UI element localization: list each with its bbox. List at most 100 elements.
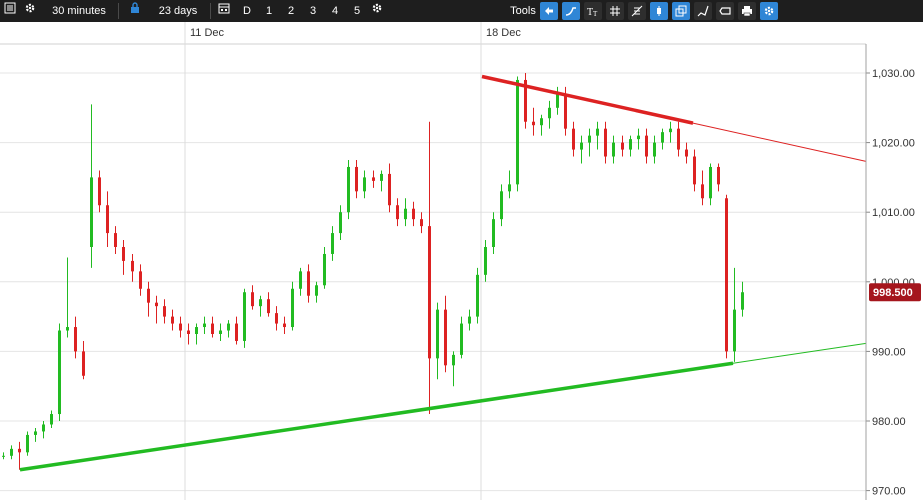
candle-body <box>114 233 117 247</box>
candle <box>90 104 93 268</box>
candle-body <box>307 271 310 296</box>
candle-body <box>621 142 624 150</box>
candle-body <box>685 149 688 157</box>
candle <box>428 121 431 415</box>
candle <box>685 142 688 164</box>
candle <box>283 316 286 334</box>
candle <box>645 128 648 164</box>
candle <box>363 170 366 199</box>
candle-body <box>82 351 85 376</box>
candle-body <box>219 330 222 334</box>
candle-body <box>612 142 615 157</box>
candle <box>315 281 318 303</box>
candle <box>484 240 487 282</box>
candle-body <box>516 79 519 185</box>
candle <box>396 198 399 227</box>
period-button-d[interactable]: D <box>240 0 254 22</box>
candle-body <box>460 323 463 355</box>
period-button-5[interactable]: 5 <box>350 0 364 22</box>
y-tick-label: 1,010.00 <box>872 207 915 219</box>
candle <box>179 316 182 338</box>
candle-body <box>564 93 567 129</box>
candle <box>347 160 350 220</box>
resistance-trendline <box>481 74 694 125</box>
candle <box>693 149 696 192</box>
candle <box>291 281 294 331</box>
candle-body <box>26 434 29 453</box>
range-selector[interactable]: 23 days <box>150 0 206 22</box>
candle-body <box>179 323 182 331</box>
candle-body <box>637 135 640 140</box>
candle <box>10 445 13 460</box>
candle-body <box>492 219 495 247</box>
period-button-2[interactable]: 2 <box>284 0 298 22</box>
calendar-icon[interactable] <box>216 0 232 22</box>
fib-tool-icon[interactable] <box>628 2 646 20</box>
curve-icon[interactable] <box>562 2 580 20</box>
candle <box>323 247 326 289</box>
candle <box>452 351 455 387</box>
candle <box>42 421 45 439</box>
candle <box>653 135 656 164</box>
candle-body <box>323 253 326 286</box>
candle-body <box>596 128 599 136</box>
print-icon[interactable] <box>738 2 756 20</box>
candle <box>661 128 664 150</box>
last-price-label: 998.500 <box>873 287 913 299</box>
candle <box>34 427 37 442</box>
candle <box>508 170 511 199</box>
period-button-4[interactable]: 4 <box>328 0 342 22</box>
divider <box>118 3 119 19</box>
candle-body <box>693 156 696 185</box>
candle-body <box>604 128 607 157</box>
candle <box>163 299 166 324</box>
candle <box>82 340 85 380</box>
eraser-icon[interactable] <box>716 2 734 20</box>
candle-body <box>428 226 431 359</box>
candle-body <box>347 166 350 213</box>
brush-icon[interactable] <box>694 2 712 20</box>
candle <box>26 431 29 456</box>
period-button-3[interactable]: 3 <box>306 0 320 22</box>
candle-body <box>436 309 439 359</box>
chart-grid <box>0 22 866 500</box>
interval-selector[interactable]: 30 minutes <box>48 0 110 22</box>
gear-icon[interactable] <box>22 0 38 22</box>
candle-body <box>275 313 278 324</box>
candle <box>98 170 101 213</box>
candle <box>572 121 575 157</box>
candle-body <box>468 316 471 324</box>
list-icon[interactable] <box>2 0 18 22</box>
candle-type-icon[interactable] <box>650 2 668 20</box>
candle <box>412 201 415 227</box>
candle <box>259 295 262 317</box>
candle <box>596 121 599 150</box>
candle-body <box>452 354 455 366</box>
candle <box>195 323 198 345</box>
layers-icon[interactable] <box>672 2 690 20</box>
candle-body <box>412 208 415 220</box>
period-settings-icon[interactable] <box>369 0 385 22</box>
arrow-left-icon[interactable] <box>540 2 558 20</box>
lock-icon[interactable] <box>128 0 142 22</box>
candle <box>187 323 190 345</box>
candle-body <box>58 330 61 415</box>
period-button-1[interactable]: 1 <box>262 0 276 22</box>
candle-body <box>147 288 150 303</box>
candle <box>355 160 358 199</box>
y-tick-label: 970.00 <box>872 486 906 498</box>
settings-icon[interactable] <box>760 2 778 20</box>
support-trendline <box>19 361 734 472</box>
candle-body <box>259 299 262 307</box>
crosshair-grid-icon[interactable] <box>606 2 624 20</box>
candle <box>171 309 174 331</box>
candle-body <box>34 431 37 435</box>
y-tick-label: 990.00 <box>872 346 906 358</box>
text-tool-icon[interactable]: TT <box>584 2 602 20</box>
candle-body <box>629 139 632 150</box>
candle <box>122 240 125 275</box>
candle-body <box>556 93 559 108</box>
x-tick-label: 11 Dec <box>190 27 225 39</box>
price-chart[interactable]: 1,030.001,020.001,010.001,000.00990.0098… <box>0 22 923 500</box>
candle-body <box>339 212 342 234</box>
